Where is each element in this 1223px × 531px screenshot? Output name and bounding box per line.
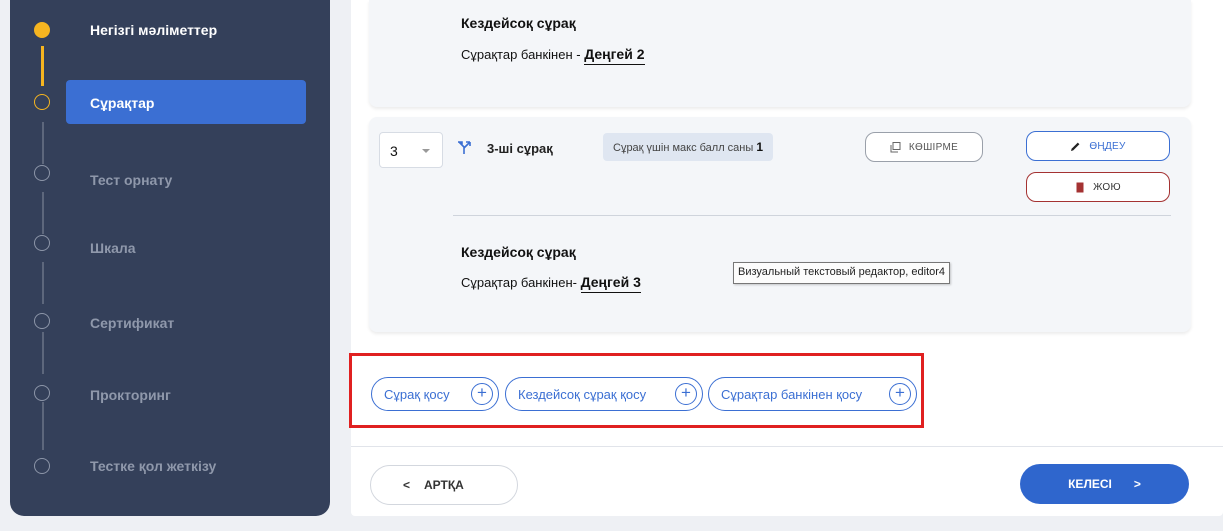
step-pending-icon [34, 313, 50, 329]
edit-button[interactable]: ӨҢДЕУ [1026, 131, 1170, 161]
sidebar-step-certificate[interactable]: Сертификат [10, 298, 330, 342]
edit-label: ӨҢДЕУ [1089, 140, 1126, 152]
chevron-left-icon: < [403, 478, 411, 492]
level-link[interactable]: Деңгей 2 [584, 46, 645, 65]
question-card: Кездейсоқ сұрақ Сұрақтар банкінен - Деңг… [369, 0, 1191, 107]
copy-label: КӨШІРМЕ [908, 141, 959, 153]
step-pending-icon [34, 165, 50, 181]
max-score-badge: Сұрақ үшін макс балл саны 1 [603, 133, 774, 161]
sidebar-step-label: Сертификат [90, 315, 175, 331]
plus-icon: + [471, 383, 493, 405]
branch-icon[interactable] [457, 141, 471, 155]
add-question-label: Сұрақ қосу [384, 386, 450, 402]
footer-divider [351, 446, 1223, 447]
add-question-button[interactable]: Сұрақ қосу + [371, 377, 499, 411]
max-score-value: 1 [756, 140, 764, 154]
add-from-bank-button[interactable]: Сұрақтар банкінен қосу + [708, 377, 917, 411]
copy-icon [890, 141, 901, 152]
question-number-label: 3-ші сұрақ [487, 141, 553, 156]
next-label: КЕЛЕСІ [1068, 477, 1112, 491]
chevron-right-icon: > [1133, 477, 1141, 491]
step-done-icon [34, 22, 50, 38]
sidebar: Негізгі мәліметтер Сұрақтар Тест орнату … [10, 0, 330, 516]
back-label: АРТҚА [424, 478, 464, 492]
question-card: 3 3-ші сұрақ Сұрақ үшін макс балл саны 1… [369, 117, 1191, 332]
plus-icon: + [675, 383, 697, 405]
sidebar-step-label: Сұрақтар [90, 95, 155, 111]
step-pending-icon [34, 385, 50, 401]
bank-prefix: Сұрақтар банкінен - [461, 47, 585, 62]
add-random-label: Кездейсоқ сұрақ қосу [518, 386, 647, 402]
sidebar-step-label: Негізгі мәліметтер [90, 22, 218, 38]
editor-tooltip: Визуальный текстовый редактор, editor4 [733, 262, 951, 284]
step-active-icon [34, 94, 50, 110]
level-link[interactable]: Деңгей 3 [580, 274, 641, 293]
sidebar-step-label: Шкала [90, 240, 136, 256]
trash-icon [1076, 182, 1084, 192]
sidebar-step-proctoring[interactable]: Прокторинг [10, 370, 330, 414]
question-bank-info: Сұрақтар банкінен- Деңгей 3 [461, 274, 641, 293]
question-title: Кездейсоқ сұрақ [461, 15, 576, 31]
sidebar-step-questions[interactable]: Сұрақтар [10, 80, 330, 124]
question-bank-info: Сұрақтар банкінен - Деңгей 2 [461, 46, 645, 65]
add-random-question-button[interactable]: Кездейсоқ сұрақ қосу + [505, 377, 703, 411]
back-button[interactable]: < АРТҚА [370, 465, 518, 505]
sidebar-step-label: Тест орнату [90, 172, 173, 188]
bank-prefix: Сұрақтар банкінен- [461, 275, 581, 290]
sidebar-step-access[interactable]: Тестке қол жеткізу [10, 444, 330, 488]
copy-button[interactable]: КӨШІРМЕ [865, 132, 983, 162]
delete-button[interactable]: ЖОЮ [1026, 172, 1170, 202]
sidebar-step-test-settings[interactable]: Тест орнату [10, 150, 330, 194]
step-pending-icon [34, 235, 50, 251]
sidebar-step-scale[interactable]: Шкала [10, 220, 330, 264]
main-panel: Кездейсоқ сұрақ Сұрақтар банкінен - Деңг… [351, 0, 1223, 516]
sidebar-step-main-info[interactable]: Негізгі мәліметтер [10, 8, 330, 52]
sidebar-step-label: Прокторинг [90, 387, 171, 403]
sidebar-step-label: Тестке қол жеткізу [90, 458, 217, 474]
question-number-select[interactable]: 3 [379, 132, 443, 168]
plus-icon: + [889, 383, 911, 405]
add-from-bank-label: Сұрақтар банкінен қосу [721, 386, 863, 402]
question-title: Кездейсоқ сұрақ [461, 244, 576, 260]
step-pending-icon [34, 458, 50, 474]
pencil-icon [1071, 142, 1080, 151]
next-button[interactable]: КЕЛЕСІ > [1020, 464, 1189, 504]
chevron-down-icon [422, 149, 430, 153]
delete-label: ЖОЮ [1093, 181, 1121, 193]
max-score-label: Сұрақ үшін макс балл саны [613, 142, 754, 154]
divider [453, 215, 1171, 216]
question-number-value: 3 [390, 143, 398, 159]
